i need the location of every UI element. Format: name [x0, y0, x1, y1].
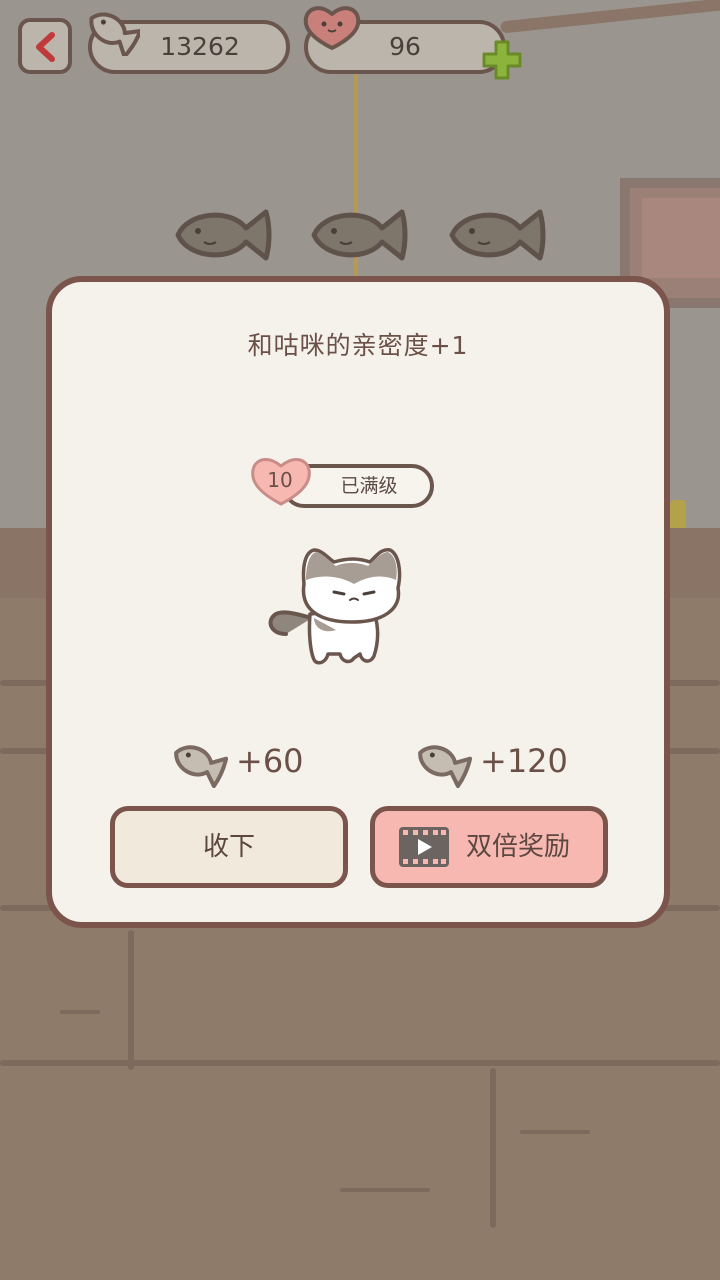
normal-reward-amount: +60	[236, 742, 304, 780]
fish-icon	[418, 745, 473, 789]
collect-button-label: 收下	[202, 832, 255, 862]
plus-icon[interactable]	[480, 38, 524, 82]
fish-icon	[174, 745, 229, 789]
level-status-label: 已满级	[340, 475, 398, 497]
double-reward-amount: +120	[480, 742, 568, 780]
floor-grain	[520, 1130, 590, 1134]
floor-grain	[60, 1010, 100, 1014]
double-reward-button-label: 双倍奖励	[465, 832, 570, 862]
affection-level: 10	[267, 468, 293, 492]
dialog-title: 和咕咪的亲密度+1	[247, 331, 469, 360]
cat-character	[268, 547, 402, 665]
double-reward-button[interactable]: 双倍奖励	[370, 806, 608, 888]
floor-plank-seam	[490, 1068, 496, 1228]
affection-reward-dialog: 和咕咪的亲密度+1 已满级 10 +60 +120 收下 双倍奖励	[46, 276, 670, 928]
floor-grain	[340, 1188, 430, 1192]
floor-plank-line	[0, 1060, 720, 1066]
fish-count: 13262	[160, 32, 240, 61]
double-reward: +120	[414, 736, 568, 789]
heart-icon	[303, 6, 361, 50]
heart-count: 96	[389, 32, 421, 61]
fish-icon	[89, 12, 140, 56]
normal-reward: +60	[170, 736, 304, 789]
video-icon	[399, 827, 449, 867]
wall-picture	[642, 198, 720, 278]
collect-button[interactable]: 收下	[110, 806, 348, 888]
hanging-fish-icon	[311, 209, 408, 261]
floor-plank-seam	[128, 930, 134, 1070]
hanging-fish-icon	[175, 209, 272, 261]
hanging-fish-icon	[449, 209, 546, 261]
back-arrow-icon	[36, 32, 55, 62]
back-button[interactable]	[18, 18, 72, 74]
